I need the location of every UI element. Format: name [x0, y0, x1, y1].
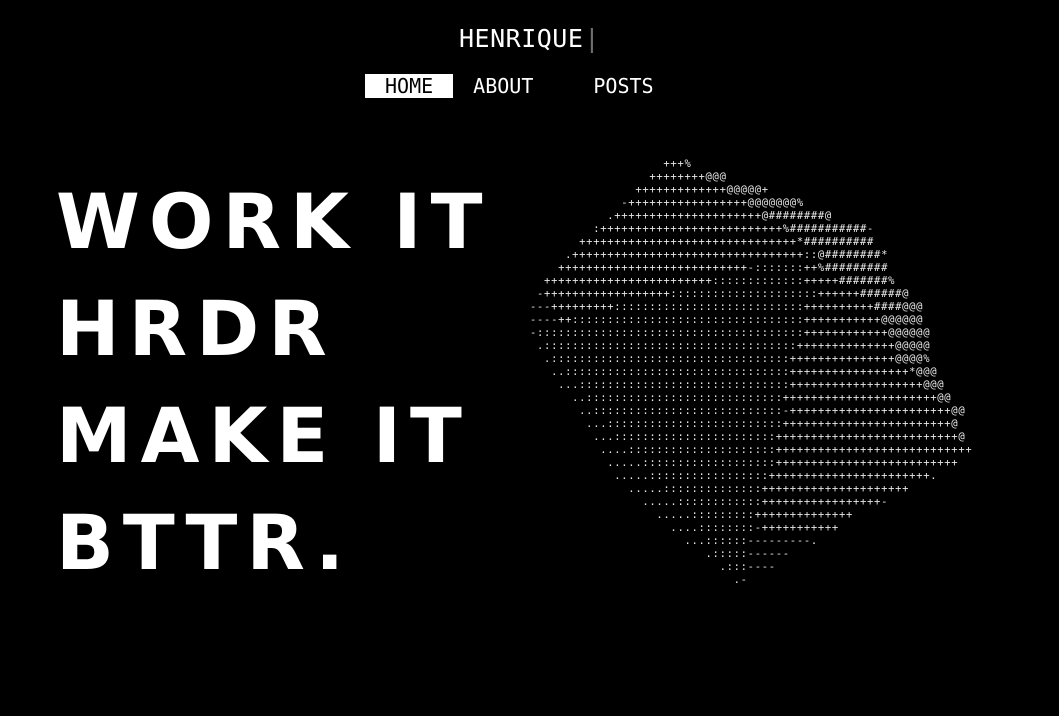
brand-name: HENRIQUE	[459, 24, 584, 53]
nav-item-about[interactable]: ABOUT	[453, 74, 553, 98]
site-brand[interactable]: HENRIQUE|	[0, 24, 1059, 54]
ascii-art-globe: +++% ++++++++@@@ +++++++++++++@@@@@+ -++…	[530, 158, 973, 586]
nav-item-posts[interactable]: POSTS	[573, 74, 673, 98]
hero-line-1: WORK IT	[56, 177, 492, 266]
hero-headline: WORK IT HRDR MAKE IT BTTR.	[56, 168, 491, 596]
main-nav: HOME ABOUT POSTS	[365, 74, 674, 98]
hero-line-4: BTTR.	[56, 498, 354, 587]
nav-item-home[interactable]: HOME	[365, 74, 454, 98]
hero-line-2: HRDR	[56, 284, 336, 373]
hero-line-3: MAKE IT	[56, 391, 471, 480]
typing-cursor: |	[584, 24, 600, 53]
